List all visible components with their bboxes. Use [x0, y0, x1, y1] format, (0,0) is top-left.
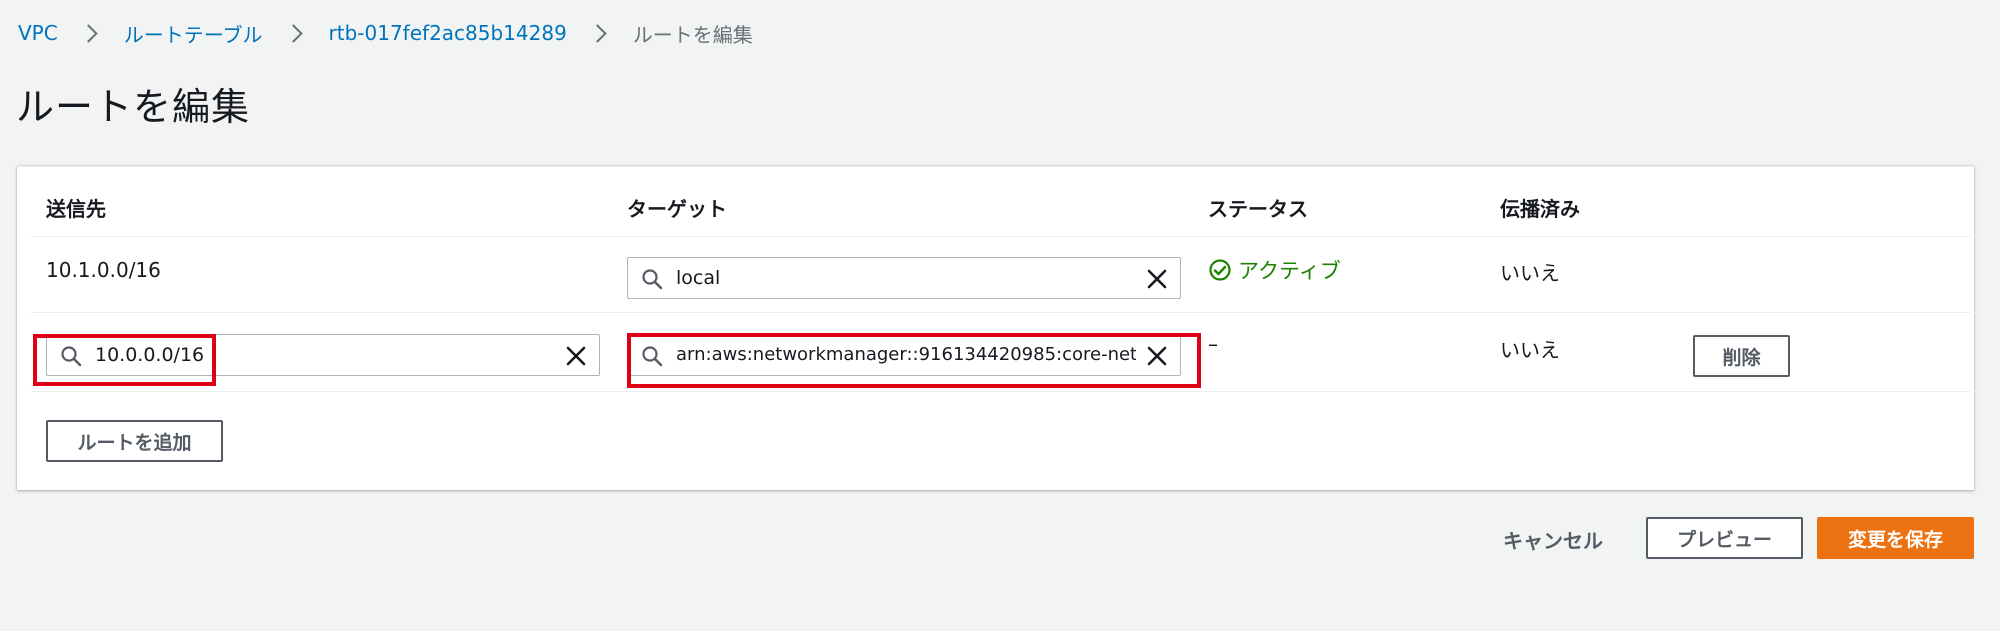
chevron-right-icon	[585, 18, 615, 48]
chevron-right-icon	[281, 18, 311, 48]
breadcrumb-route-table-id[interactable]: rtb-017fef2ac85b14289	[329, 21, 567, 45]
add-route-button[interactable]: ルートを追加	[46, 420, 223, 462]
close-icon[interactable]	[564, 344, 588, 368]
breadcrumb-vpc[interactable]: VPC	[18, 21, 58, 45]
save-changes-button[interactable]: 変更を保存	[1817, 517, 1974, 559]
row1-status: アクティブ	[1208, 255, 1341, 285]
row2-target-input[interactable]: arn:aws:networkmanager::916134420985:cor…	[627, 334, 1181, 376]
preview-button[interactable]: プレビュー	[1646, 517, 1803, 559]
page-title: ルートを編集	[16, 85, 251, 129]
row2-status: –	[1208, 332, 1218, 356]
breadcrumb: VPC ルートテーブル rtb-017fef2ac85b14289 ルートを編集	[18, 18, 753, 48]
row1-status-label: アクティブ	[1238, 259, 1341, 283]
divider	[31, 391, 1970, 392]
row2-destination-input[interactable]: 10.0.0.0/16	[46, 334, 600, 376]
row1-target-value: local	[676, 267, 721, 289]
close-icon[interactable]	[1145, 344, 1169, 368]
divider	[31, 236, 1970, 237]
search-icon	[61, 346, 82, 367]
chevron-right-icon	[76, 18, 106, 48]
check-circle-icon	[1209, 259, 1231, 281]
breadcrumb-route-tables[interactable]: ルートテーブル	[124, 19, 263, 48]
header-propagated: 伝播済み	[1500, 197, 1580, 221]
routes-panel: 送信先 ターゲット ステータス 伝播済み 10.1.0.0/16 local ア…	[17, 166, 1974, 490]
search-icon	[642, 269, 663, 290]
header-destination: 送信先	[46, 197, 106, 221]
row2-target-value: arn:aws:networkmanager::916134420985:cor…	[676, 344, 1136, 365]
breadcrumb-current: ルートを編集	[632, 22, 753, 47]
close-icon[interactable]	[1145, 267, 1169, 291]
header-target: ターゲット	[627, 197, 727, 221]
search-icon	[642, 346, 663, 367]
header-status: ステータス	[1208, 197, 1308, 221]
row1-target-input[interactable]: local	[627, 257, 1181, 299]
cancel-button[interactable]: キャンセル	[1503, 525, 1603, 554]
remove-button[interactable]: 削除	[1693, 335, 1790, 377]
row1-destination: 10.1.0.0/16	[46, 258, 161, 282]
divider	[31, 312, 1970, 313]
row2-propagated: いいえ	[1500, 338, 1560, 362]
row1-propagated: いいえ	[1500, 261, 1560, 285]
row2-destination-value: 10.0.0.0/16	[95, 344, 205, 366]
